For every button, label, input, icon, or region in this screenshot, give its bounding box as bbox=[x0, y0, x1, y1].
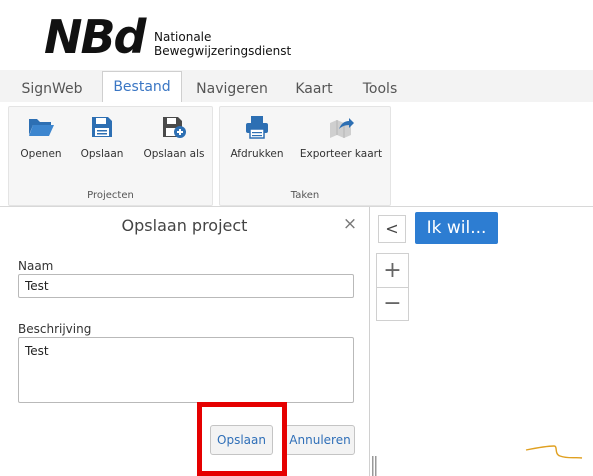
map-area[interactable] bbox=[370, 207, 593, 476]
logo-subtitle: Nationale Bewegwijzeringsdienst bbox=[154, 30, 291, 58]
tab-signweb[interactable]: SignWeb bbox=[14, 76, 90, 102]
description-label: Beschrijving bbox=[18, 322, 92, 336]
zoom-in-button[interactable]: + bbox=[377, 254, 408, 288]
group-label-projecten: Projecten bbox=[87, 190, 134, 201]
openen-label: Openen bbox=[20, 148, 62, 160]
afdrukken-button[interactable]: Afdrukken bbox=[226, 115, 288, 160]
floppy-disk-icon bbox=[92, 117, 112, 137]
zoom-out-button[interactable]: − bbox=[377, 287, 408, 320]
tab-navigeren[interactable]: Navigeren bbox=[192, 76, 272, 102]
logo-line-1: Nationale bbox=[154, 30, 212, 44]
ik-wil-button[interactable]: Ik wil... bbox=[415, 212, 498, 244]
tab-bestand[interactable]: Bestand bbox=[102, 71, 182, 104]
export-arrow-icon bbox=[330, 118, 354, 138]
folder-open-icon bbox=[29, 119, 54, 136]
exporteer-kaart-label: Exporteer kaart bbox=[299, 148, 383, 160]
tab-tools[interactable]: Tools bbox=[354, 76, 406, 102]
floppy-disk-plus-icon bbox=[163, 117, 186, 138]
highlight-box bbox=[197, 402, 287, 476]
ribbon-group-projecten: Openen Opslaan Opslaan als Projecten bbox=[8, 106, 213, 206]
opslaan-als-button[interactable]: Opslaan als bbox=[139, 115, 209, 160]
opslaan-label: Opslaan bbox=[80, 148, 124, 160]
description-field[interactable]: Test bbox=[18, 337, 354, 403]
close-icon[interactable]: × bbox=[341, 215, 359, 233]
zoom-controls: + − bbox=[376, 253, 409, 321]
logo-mark: NBd bbox=[44, 10, 146, 64]
group-label-taken: Taken bbox=[290, 190, 320, 201]
map-road-line bbox=[525, 445, 583, 459]
exporteer-kaart-button[interactable]: Exporteer kaart bbox=[296, 115, 386, 160]
cancel-button[interactable]: Annuleren bbox=[285, 425, 355, 455]
name-field[interactable] bbox=[18, 274, 354, 298]
afdrukken-label: Afdrukken bbox=[230, 148, 284, 160]
collapse-panel-button[interactable]: < bbox=[378, 215, 406, 243]
tab-kaart[interactable]: Kaart bbox=[284, 76, 344, 102]
panel-title: Opslaan project bbox=[121, 216, 248, 235]
logo-line-2: Bewegwijzeringsdienst bbox=[154, 44, 292, 58]
panel-resize-handle[interactable] bbox=[371, 456, 379, 476]
opslaan-als-label: Opslaan als bbox=[143, 148, 205, 160]
ribbon-group-taken: Afdrukken Exporteer kaart Taken bbox=[219, 106, 391, 206]
openen-button[interactable]: Openen bbox=[15, 115, 67, 160]
opslaan-button[interactable]: Opslaan bbox=[75, 115, 129, 160]
name-label: Naam bbox=[18, 259, 54, 273]
printer-icon bbox=[246, 116, 268, 139]
